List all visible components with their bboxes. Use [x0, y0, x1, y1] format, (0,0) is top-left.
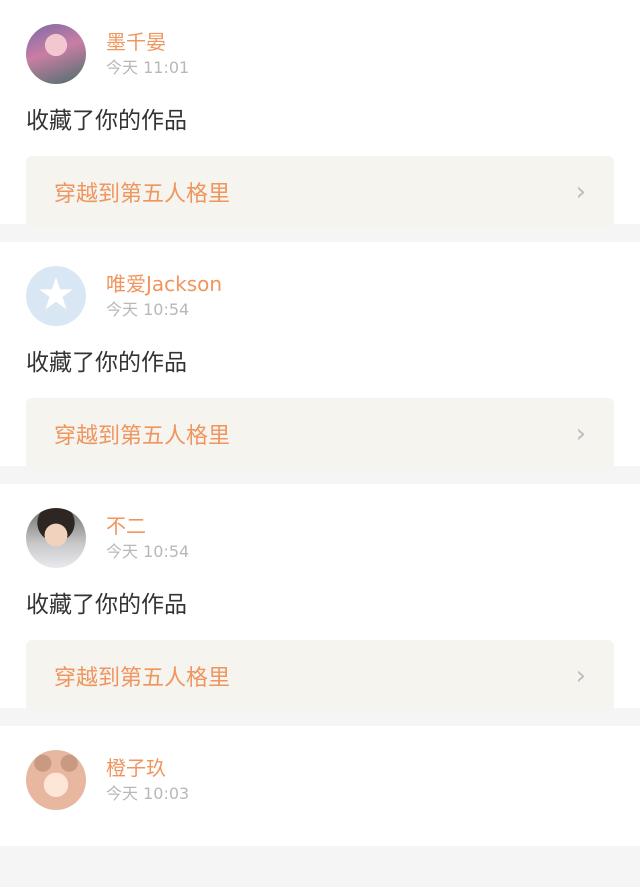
work-link-card[interactable]: 穿越到第五人格里 › [26, 640, 614, 712]
work-title: 穿越到第五人格里 [54, 666, 231, 691]
work-link-card[interactable]: 穿越到第五人格里 › [26, 156, 614, 228]
notification-header: 不二 今天 10:54 [26, 508, 614, 568]
avatar[interactable] [26, 750, 86, 810]
notification-item: ★ 唯爱Jackson 今天 10:54 收藏了你的作品 穿越到第五人格里 › [0, 242, 640, 470]
chevron-right-icon: › [575, 419, 586, 449]
avatar[interactable] [26, 24, 86, 84]
chevron-right-icon: › [575, 661, 586, 691]
user-meta: 橙子玖 今天 10:03 [106, 755, 189, 805]
timestamp: 今天 10:54 [106, 542, 190, 561]
work-title: 穿越到第五人格里 [54, 182, 231, 207]
notification-header: ★ 唯爱Jackson 今天 10:54 [26, 266, 614, 326]
action-text: 收藏了你的作品 [26, 592, 187, 618]
timestamp: 今天 10:03 [106, 784, 190, 803]
work-link-card[interactable]: 穿越到第五人格里 › [26, 398, 614, 470]
default-avatar-star-icon: ★ [36, 269, 76, 321]
notification-header: 橙子玖 今天 10:03 [26, 750, 614, 810]
chevron-right-icon: › [575, 177, 586, 207]
user-meta: 墨千晏 今天 11:01 [106, 29, 189, 79]
username[interactable]: 橙子玖 [106, 755, 189, 781]
user-meta: 唯爱Jackson 今天 10:54 [106, 271, 222, 321]
avatar[interactable]: ★ [26, 266, 86, 326]
username[interactable]: 不二 [106, 513, 189, 539]
avatar[interactable] [26, 508, 86, 568]
timestamp: 今天 10:54 [106, 300, 190, 319]
notification-item: 墨千晏 今天 11:01 收藏了你的作品 穿越到第五人格里 › [0, 0, 640, 228]
action-text: 收藏了你的作品 [26, 350, 187, 376]
work-title: 穿越到第五人格里 [54, 424, 231, 449]
notification-header: 墨千晏 今天 11:01 [26, 24, 614, 84]
username[interactable]: 墨千晏 [106, 29, 189, 55]
action-text: 收藏了你的作品 [26, 108, 187, 134]
notification-feed: 墨千晏 今天 11:01 收藏了你的作品 穿越到第五人格里 › ★ 唯爱Jack… [0, 0, 640, 846]
username[interactable]: 唯爱Jackson [106, 271, 222, 297]
timestamp: 今天 11:01 [106, 58, 190, 77]
notification-item: 不二 今天 10:54 收藏了你的作品 穿越到第五人格里 › [0, 484, 640, 712]
notification-item: 橙子玖 今天 10:03 [0, 726, 640, 846]
user-meta: 不二 今天 10:54 [106, 513, 189, 563]
